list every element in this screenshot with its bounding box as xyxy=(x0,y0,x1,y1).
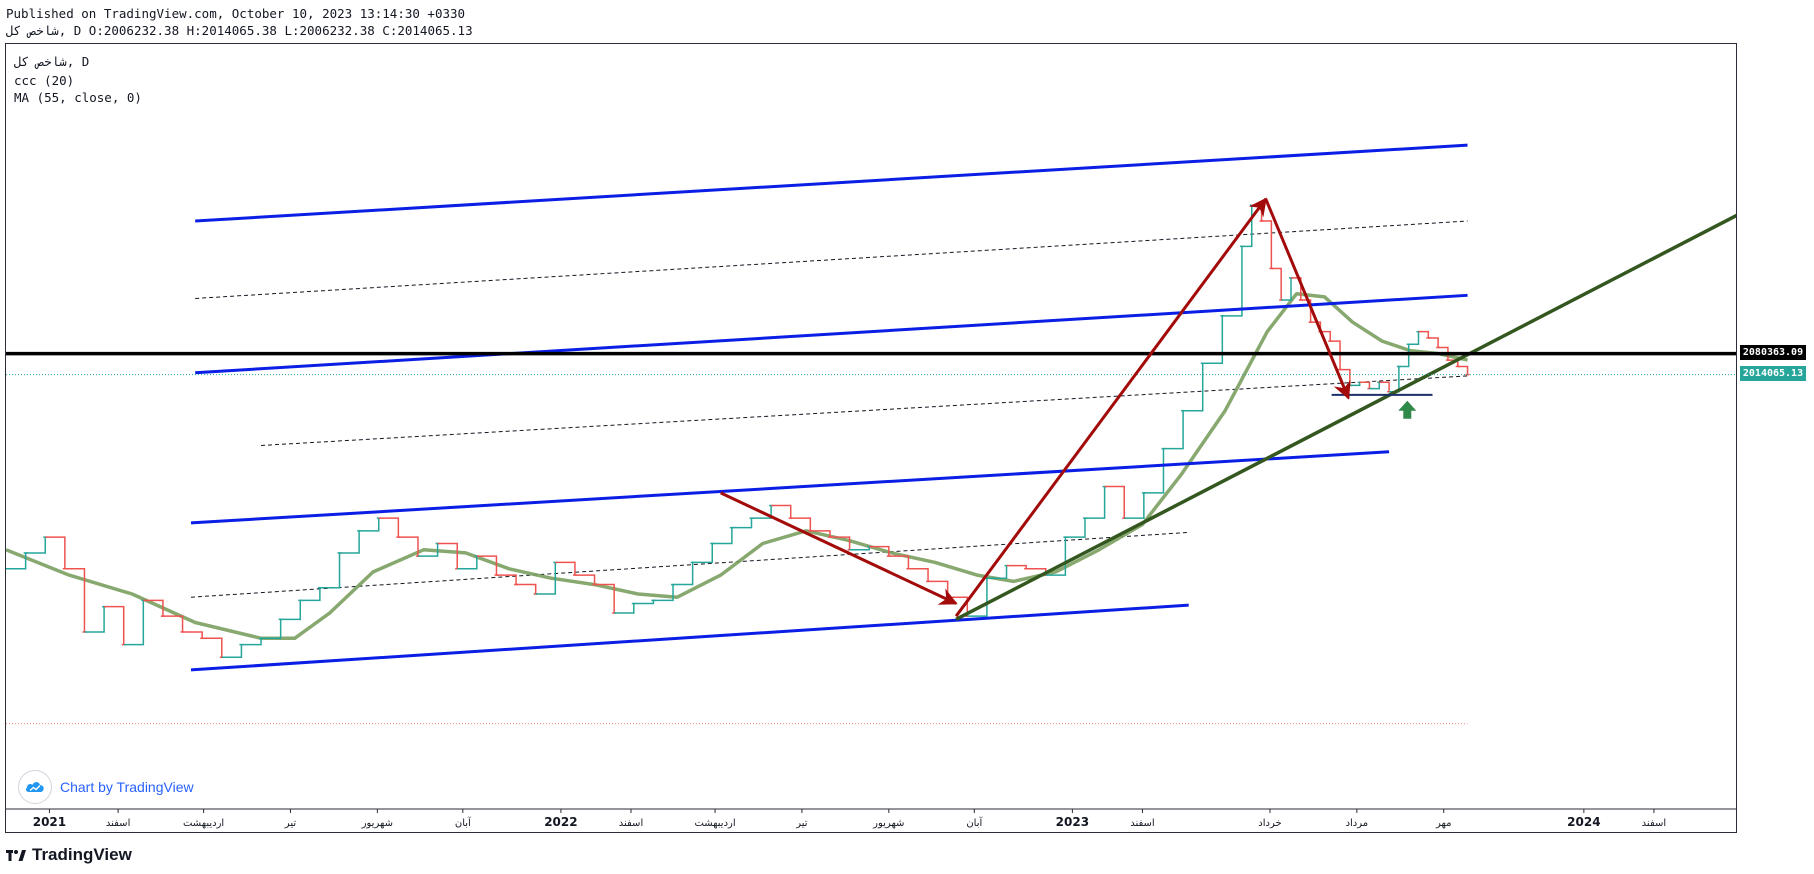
price-step-segment[interactable] xyxy=(1202,315,1224,365)
price-step-segment[interactable] xyxy=(1418,330,1430,338)
price-step-segment[interactable] xyxy=(339,530,360,554)
price-step-segment[interactable] xyxy=(692,543,714,564)
chart-frame[interactable]: 700000.00800000.00900000.001000000.00110… xyxy=(5,43,1737,833)
x-tick-label: مرداد xyxy=(1346,818,1369,829)
price-step-segment[interactable] xyxy=(1084,486,1106,519)
price-step-segment[interactable] xyxy=(162,615,184,632)
price-step-segment[interactable] xyxy=(1369,382,1381,390)
x-tick-label: اردیبهشت xyxy=(694,818,735,829)
price-step-segment[interactable] xyxy=(84,606,105,633)
price-step-segment[interactable] xyxy=(319,552,341,589)
tradingview-cloud-icon xyxy=(18,770,52,804)
x-tick-label: 2022 xyxy=(544,815,577,829)
x-tick-label: آبان xyxy=(966,816,983,829)
dashed-midline[interactable] xyxy=(261,375,1468,446)
price-step-segment[interactable] xyxy=(1389,366,1400,393)
resistance-price-label: 2080363.09 xyxy=(1740,345,1806,361)
x-tick-label: تیر xyxy=(795,818,808,829)
price-step-segment[interactable] xyxy=(25,537,46,554)
price-step-segment[interactable] xyxy=(221,644,243,659)
legend-indicator-ccc[interactable]: ccc (20) xyxy=(14,73,75,88)
price-step-segment[interactable] xyxy=(908,568,929,582)
price-step-segment[interactable] xyxy=(1271,267,1282,301)
price-step-segment[interactable] xyxy=(123,600,145,646)
footer-brand[interactable]: TradingView xyxy=(6,845,132,865)
x-tick-label: خرداد xyxy=(1258,818,1281,829)
price-step-segment[interactable] xyxy=(1428,337,1439,348)
price-step-segment[interactable] xyxy=(1006,564,1027,569)
x-tick-label: اسفند xyxy=(1642,818,1666,829)
x-tick-label: آبان xyxy=(455,816,472,829)
price-step-segment[interactable] xyxy=(516,583,537,595)
x-tick-label: مهر xyxy=(1435,818,1451,829)
price-step-segment[interactable] xyxy=(1163,410,1184,450)
blue-channel-line[interactable] xyxy=(195,293,1468,375)
x-tick-label: اسفند xyxy=(1130,818,1154,829)
dashed-midline[interactable] xyxy=(195,220,1468,299)
price-step-segment[interactable] xyxy=(359,518,380,532)
price-step-segment[interactable] xyxy=(202,637,223,658)
price-step-segment[interactable] xyxy=(1065,518,1086,538)
price-step-segment[interactable] xyxy=(261,619,282,640)
green-trendline[interactable] xyxy=(955,213,1737,621)
published-header: Published on TradingView.com, October 10… xyxy=(6,6,466,21)
blue-channel-line[interactable] xyxy=(195,143,1468,223)
tradingview-logo-icon xyxy=(6,850,26,861)
legend-symbol[interactable]: شاخص کل, D xyxy=(14,54,90,69)
price-step-segment[interactable] xyxy=(378,517,400,538)
price-step-segment[interactable] xyxy=(1261,220,1273,269)
chart-svg[interactable]: 700000.00800000.00900000.001000000.00110… xyxy=(6,44,1737,833)
x-tick-label: 2023 xyxy=(1056,815,1089,829)
price-step-segment[interactable] xyxy=(614,603,635,614)
x-tick-label: شهریور xyxy=(872,818,904,829)
price-step-segment[interactable] xyxy=(457,556,478,570)
price-step-segment[interactable] xyxy=(1143,448,1165,494)
price-step-segment[interactable] xyxy=(1281,277,1292,301)
price-step-segment[interactable] xyxy=(1379,381,1390,392)
blue-channel-line[interactable] xyxy=(190,603,1189,672)
x-tick-label: اسفند xyxy=(106,818,130,829)
red-arrow[interactable] xyxy=(954,197,1267,618)
x-tick-label: اسفند xyxy=(619,818,643,829)
ohlc-header: شاخص کل, D O:2006232.38 H:2014065.38 L:2… xyxy=(6,23,473,38)
legend-indicator-ma[interactable]: MA (55, close, 0) xyxy=(14,90,142,105)
price-step-segment[interactable] xyxy=(1359,381,1371,389)
price-step-segment[interactable] xyxy=(1183,363,1204,412)
price-step-segment[interactable] xyxy=(280,600,302,621)
attribution-text[interactable]: Chart by TradingView xyxy=(60,779,194,795)
footer-brand-text[interactable]: TradingView xyxy=(32,845,132,865)
ma-55-line[interactable] xyxy=(6,291,1468,641)
x-tick-label: تیر xyxy=(284,818,297,829)
price-step-segment[interactable] xyxy=(1222,246,1243,317)
price-step-segment[interactable] xyxy=(888,555,910,569)
x-tick-label: اردیبهشت xyxy=(183,818,224,829)
price-step-segment[interactable] xyxy=(1457,365,1469,375)
dashed-midline[interactable] xyxy=(190,531,1189,598)
price-step-segment[interactable] xyxy=(731,518,753,529)
last-price-label: 2014065.13 xyxy=(1740,366,1806,382)
price-step-segment[interactable] xyxy=(182,631,203,639)
price-step-segment[interactable] xyxy=(771,504,792,519)
chart-attribution[interactable]: Chart by TradingView xyxy=(18,770,194,804)
x-tick-label: 2021 xyxy=(33,815,66,829)
x-tick-label: شهریور xyxy=(361,818,393,829)
price-step-segment[interactable] xyxy=(437,542,458,569)
price-step-segment[interactable] xyxy=(104,605,125,645)
price-step-segment[interactable] xyxy=(1104,485,1125,519)
price-step-segment[interactable] xyxy=(1408,331,1420,346)
price-step-segment[interactable] xyxy=(45,536,66,569)
price-step-segment[interactable] xyxy=(633,600,655,605)
price-step-segment[interactable] xyxy=(712,527,733,545)
green-up-arrow-icon[interactable] xyxy=(1398,400,1417,419)
price-step-segment[interactable] xyxy=(1124,492,1145,519)
x-tick-label: 2024 xyxy=(1567,815,1600,829)
